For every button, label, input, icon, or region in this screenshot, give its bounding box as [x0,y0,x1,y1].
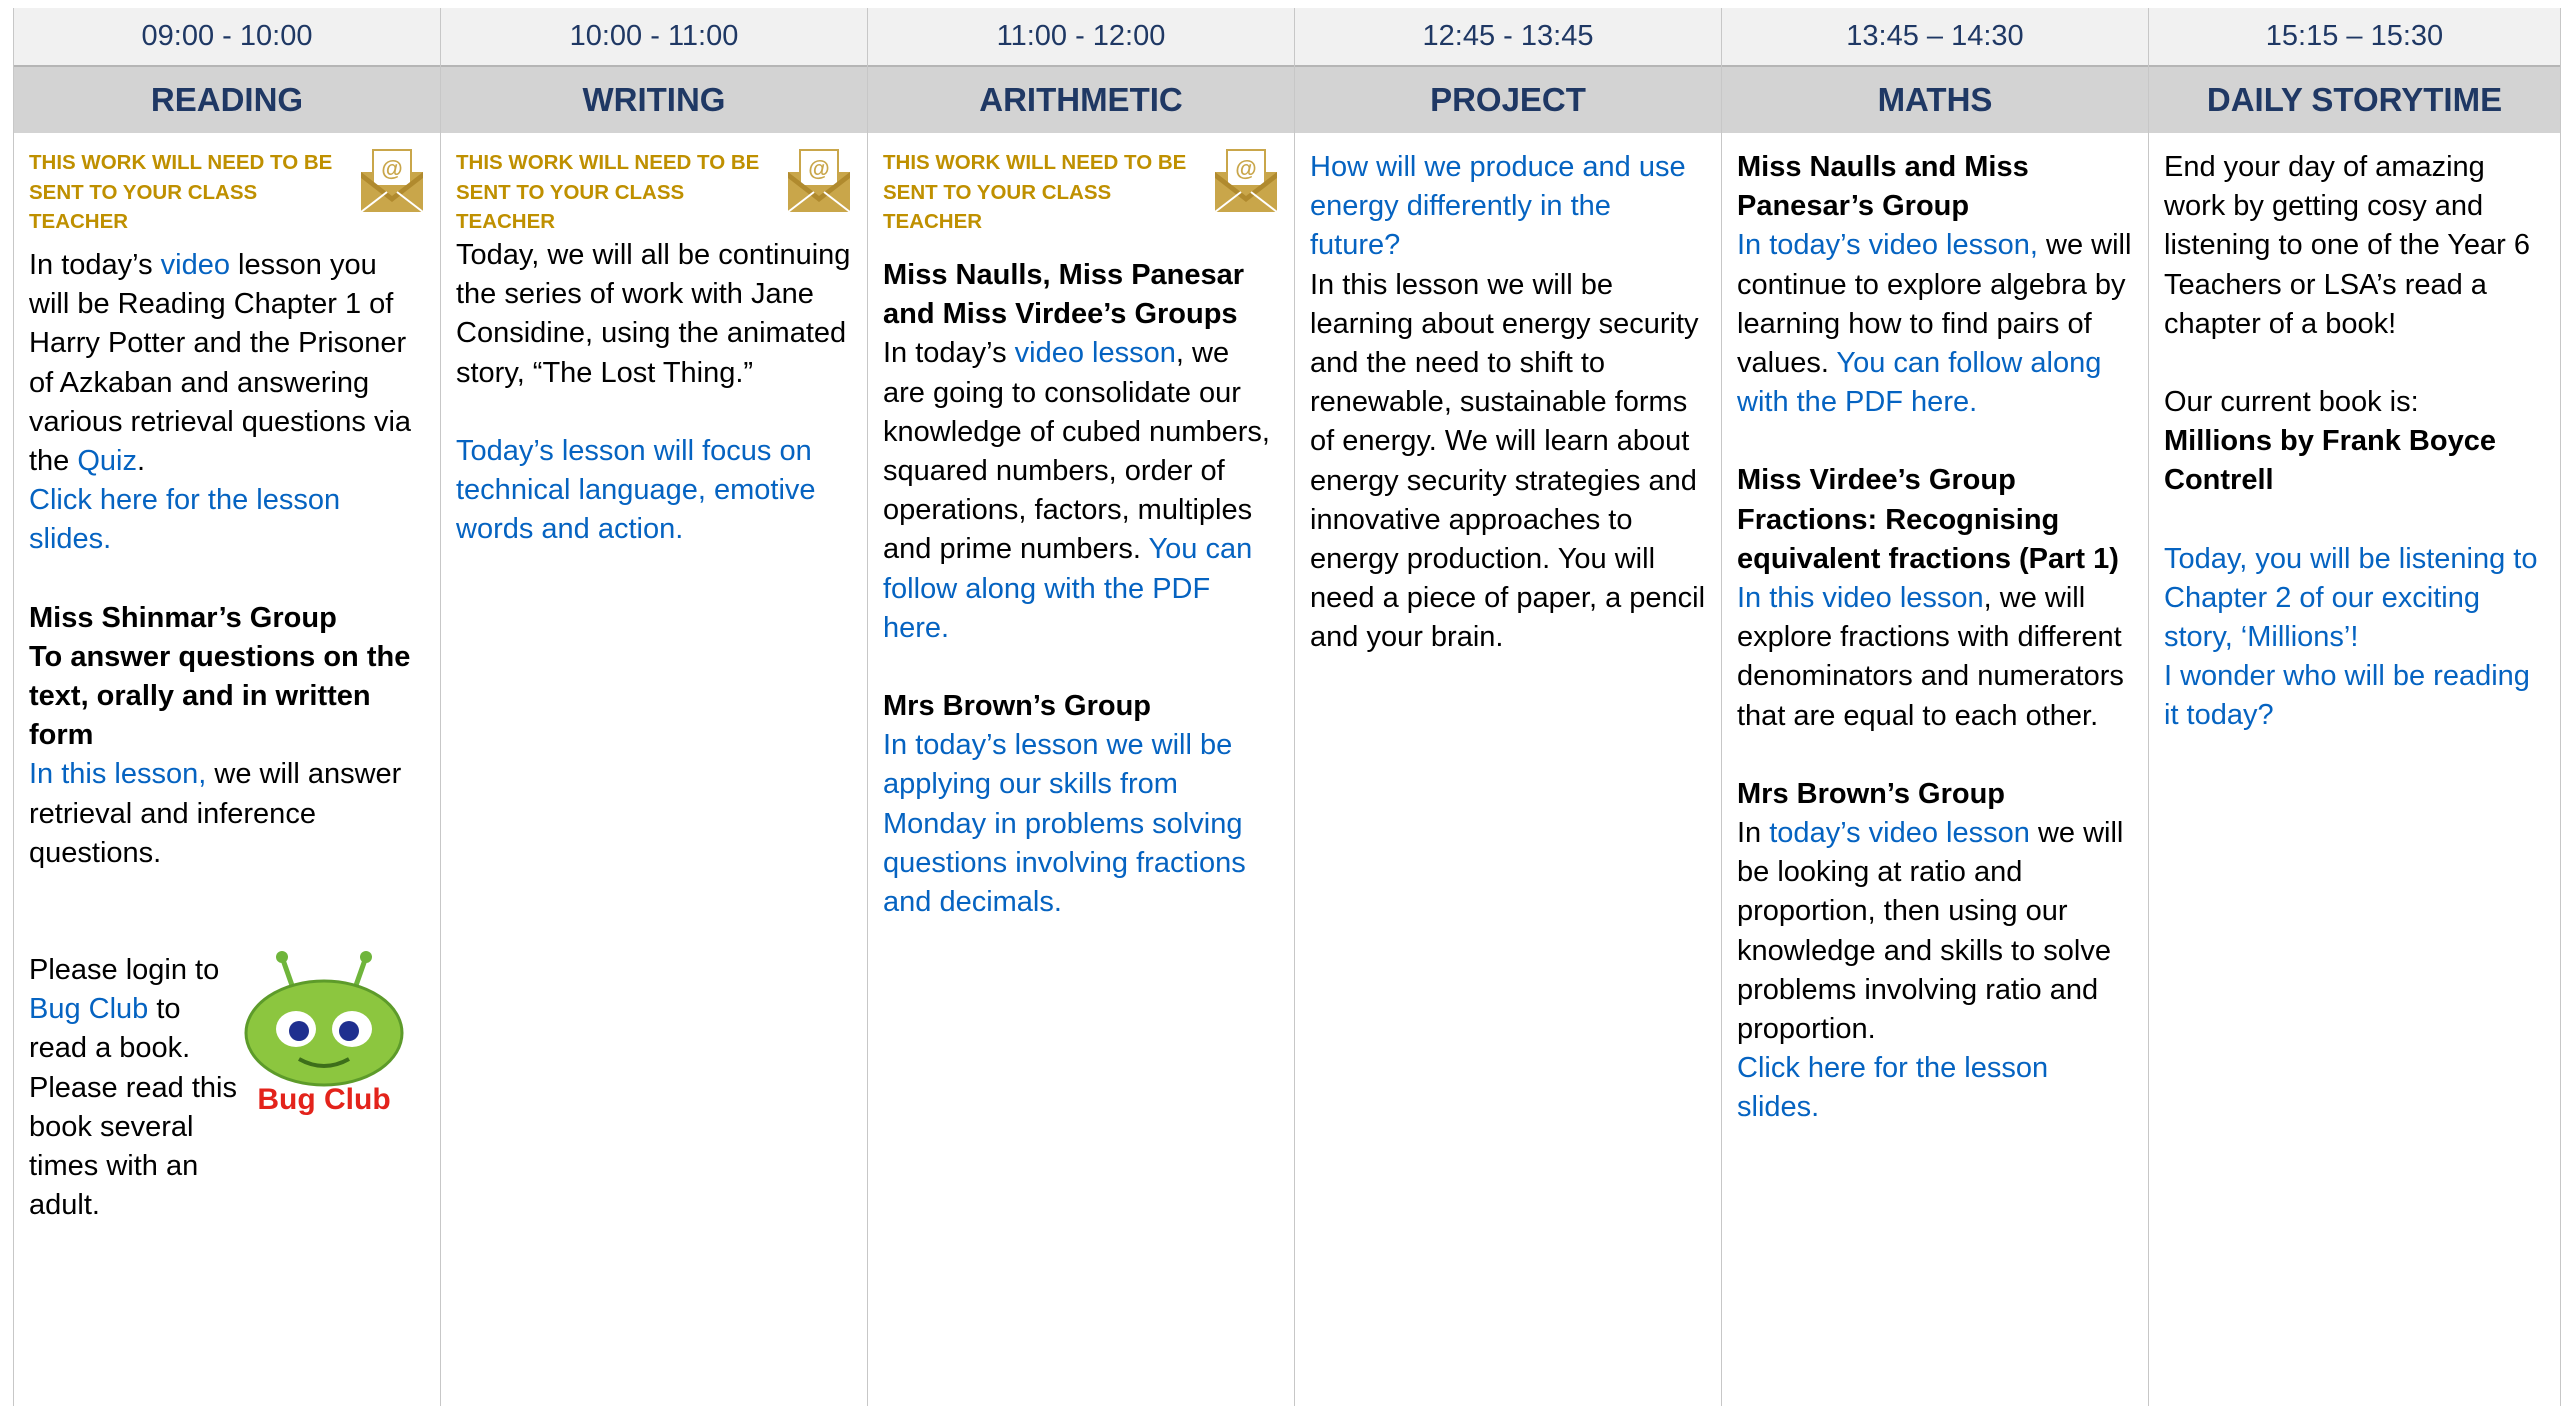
bug-club-logo-text: Bug Club [257,1083,390,1116]
group-lesson: In this lesson, we will answer retrieval… [29,755,425,873]
group-objective: To answer questions on the text, orally … [29,640,411,752]
group-lesson: In today’s video lesson we will be looki… [1737,814,2133,1049]
current-book-title: Millions by Frank Boyce Contrell [2164,425,2496,497]
svg-text:@: @ [381,156,402,181]
video-lesson-link[interactable]: In this video lesson [1737,582,1984,614]
lesson-slides-link[interactable]: Click here for the lesson slides. [29,481,425,559]
group-heading: Miss Naulls and Miss Panesar’s Group [1737,151,2029,223]
storytime-intro: End your day of amazing work by getting … [2164,151,2531,340]
time-slot: 12:45 - 13:45 [1295,8,1721,67]
column-body: How will we produce and use energy diffe… [1295,133,1721,658]
column-project: 12:45 - 13:45 PROJECT How will we produc… [1294,8,1721,1406]
lesson-description: Today, we will all be continuing the ser… [456,239,851,389]
column-storytime: 15:15 – 15:30 DAILY STORYTIME End your d… [2148,8,2561,1406]
subject-heading: WRITING [441,67,867,133]
lesson-link[interactable]: In today’s lesson we will be applying ou… [883,726,1279,922]
time-slot: 15:15 – 15:30 [2149,8,2560,67]
column-writing: 10:00 - 11:00 WRITING THIS WORK WILL NEE… [440,8,867,1406]
group-heading: Mrs Brown’s Group [883,690,1151,723]
email-envelope-icon: @ [787,149,851,213]
subject-heading: DAILY STORYTIME [2149,67,2560,133]
video-link[interactable]: video [161,249,230,281]
time-slot: 10:00 - 11:00 [441,8,867,67]
group-lesson: In this video lesson, we will explore fr… [1737,579,2133,736]
email-envelope-icon: @ [1214,149,1278,213]
bug-club-link[interactable]: Bug Club [29,993,148,1025]
text: In today’s [883,337,1015,370]
text: we will be looking at ratio and proporti… [1737,817,2124,1046]
text: In today’s [29,249,161,281]
chapter-link[interactable]: Today, you will be listening to Chapter … [2164,540,2545,658]
video-lesson-link[interactable]: In today’s video lesson, [1737,229,2038,261]
text: lesson you will be Reading Chapter 1 of … [29,249,412,478]
column-maths: 13:45 – 14:30 MATHS Miss Naulls and Miss… [1721,8,2148,1406]
current-book-label: Our current book is: [2164,386,2419,419]
column-body: THIS WORK WILL NEED TO BE SENT TO YOUR C… [441,133,867,549]
notice-text: THIS WORK WILL NEED TO BE SENT TO YOUR C… [456,151,760,233]
column-arithmetic: 11:00 - 12:00 ARITHMETIC THIS WORK WILL … [867,8,1294,1406]
svg-text:@: @ [1235,156,1256,181]
lesson-slides-link[interactable]: Click here for the lesson slides. [1737,1049,2133,1127]
subject-heading: MATHS [1722,67,2148,133]
timetable-page: 09:00 - 10:00 READING THIS WORK WILL NEE… [0,0,2570,1406]
group-lesson: In today’s video lesson, we are going to… [883,334,1279,648]
group-objective: Fractions: Recognising equivalent fracti… [1737,503,2119,575]
column-body: End your day of amazing work by getting … [2149,133,2560,736]
time-slot: 11:00 - 12:00 [868,8,1294,67]
email-envelope-icon: @ [360,149,424,213]
notice-text: THIS WORK WILL NEED TO BE SENT TO YOUR C… [29,151,333,233]
text: . [137,445,146,478]
group-heading: Miss Shinmar’s Group [29,601,337,634]
video-lesson-link[interactable]: video lesson [1015,337,1176,369]
lesson-focus-link[interactable]: Today’s lesson will focus on technical l… [456,432,852,550]
group-heading: Mrs Brown’s Group [1737,777,2005,810]
text: to read a book. Please read this book se… [29,993,237,1222]
timetable: 09:00 - 10:00 READING THIS WORK WILL NEE… [13,8,2561,1406]
column-body: THIS WORK WILL NEED TO BE SENT TO YOUR C… [868,133,1294,922]
group-heading: Miss Virdee’s Group [1737,464,2016,497]
column-body: Miss Naulls and Miss Panesar’s Group In … [1722,133,2148,1128]
text: Please login to [29,954,220,987]
bug-club-text: Please login to Bug Club to read a book.… [29,951,244,1225]
send-to-teacher-notice: THIS WORK WILL NEED TO BE SENT TO YOUR C… [883,148,1279,256]
column-reading: 09:00 - 10:00 READING THIS WORK WILL NEE… [13,8,440,1406]
notice-text: THIS WORK WILL NEED TO BE SENT TO YOUR C… [883,151,1187,233]
send-to-teacher-notice: THIS WORK WILL NEED TO BE SENT TO YOUR C… [29,148,425,246]
text: In [1737,817,1770,850]
send-to-teacher-notice: THIS WORK WILL NEED TO BE SENT TO YOUR C… [456,148,852,236]
lesson-question-link[interactable]: How will we produce and use energy diffe… [1310,148,1706,266]
reader-link[interactable]: I wonder who will be reading it today? [2164,657,2545,735]
text: , we are going to consolidate our knowle… [883,337,1270,566]
svg-text:@: @ [808,156,829,181]
subject-heading: READING [14,67,440,133]
lesson-description: In this lesson we will be learning about… [1310,268,1706,654]
bug-club-logo: Bug Club [244,951,404,1116]
group-heading: Miss Naulls, Miss Panesar and Miss Virde… [883,259,1245,331]
subject-heading: ARITHMETIC [868,67,1294,133]
time-slot: 13:45 – 14:30 [1722,8,2148,67]
time-slot: 09:00 - 10:00 [14,8,440,67]
quiz-link[interactable]: Quiz [77,445,137,477]
bug-club-section: Please login to Bug Club to read a book.… [29,951,425,1225]
video-lesson-link[interactable]: today’s video lesson [1769,817,2030,849]
lesson-description: In today’s video lesson you will be Read… [29,246,425,481]
this-lesson-link[interactable]: In this lesson, [29,758,206,790]
group-lesson: In today’s video lesson, we will continu… [1737,226,2133,422]
subject-heading: PROJECT [1295,67,1721,133]
column-body: THIS WORK WILL NEED TO BE SENT TO YOUR C… [14,133,440,1225]
